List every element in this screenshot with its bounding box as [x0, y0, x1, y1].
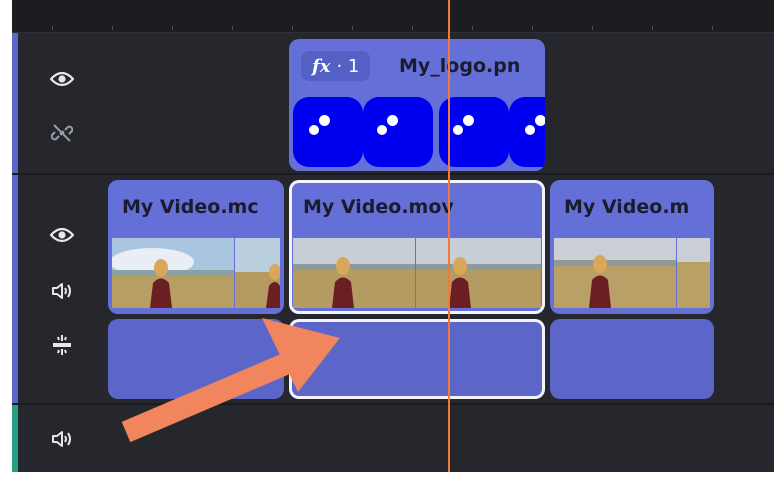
annotation-arrow	[121, 318, 340, 443]
